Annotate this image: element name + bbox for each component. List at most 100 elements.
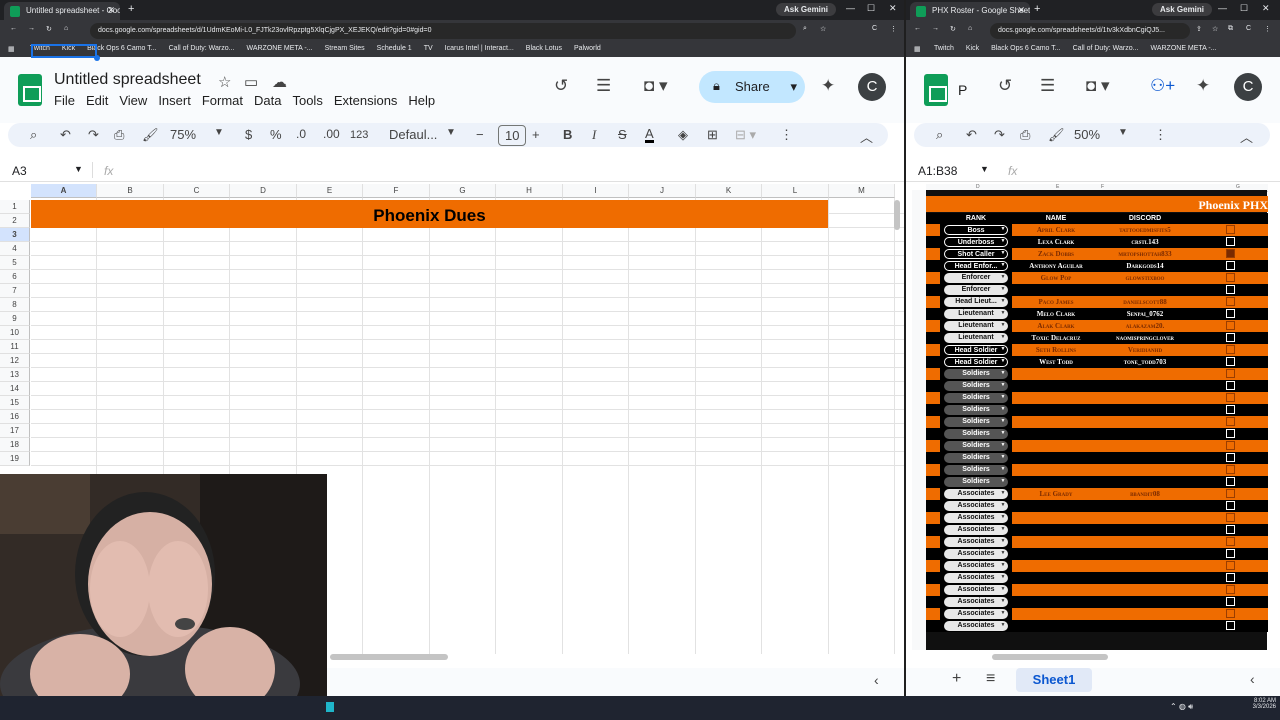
- home-icon[interactable]: ⌂: [64, 25, 68, 32]
- menu-file[interactable]: File: [54, 93, 75, 108]
- rank-dropdown-icon[interactable]: ▼: [1000, 370, 1006, 376]
- active-checkbox[interactable]: [1226, 417, 1235, 426]
- rank-dropdown[interactable]: Associates: [944, 561, 1008, 571]
- rank-dropdown[interactable]: Associates: [944, 621, 1008, 631]
- collapse-sidebar-icon[interactable]: ‹: [1250, 671, 1255, 687]
- zoom-page-icon[interactable]: ⌕: [803, 25, 807, 33]
- member-discord[interactable]: naomispringclover: [1102, 334, 1188, 342]
- bookmark-item[interactable]: Palworld: [574, 45, 601, 52]
- rank-dropdown[interactable]: Associates: [944, 549, 1008, 559]
- column-header-e[interactable]: E: [297, 184, 363, 198]
- member-discord[interactable]: tattooedmisfits5: [1102, 226, 1188, 234]
- rank-dropdown[interactable]: Soldiers: [944, 441, 1008, 451]
- browser-tab-right[interactable]: PHX Roster - Google Sheets ✕: [910, 2, 1030, 20]
- active-checkbox[interactable]: [1226, 237, 1235, 246]
- name-box[interactable]: A3: [12, 164, 27, 178]
- borders-icon[interactable]: ⊞: [707, 127, 718, 143]
- active-checkbox[interactable]: [1226, 465, 1235, 474]
- member-discord[interactable]: danielscott88: [1102, 298, 1188, 306]
- bookmark-star-icon[interactable]: ☆: [820, 25, 826, 33]
- column-header-d[interactable]: D: [230, 184, 297, 198]
- all-sheets-icon[interactable]: ≡: [986, 670, 995, 688]
- row-header-19[interactable]: 19: [0, 452, 30, 466]
- rank-dropdown-icon[interactable]: ▼: [1000, 346, 1006, 352]
- meet-icon[interactable]: ◘ ▾: [1086, 76, 1110, 96]
- currency-button[interactable]: $: [245, 127, 252, 142]
- member-discord[interactable]: alakazam20.: [1102, 322, 1188, 330]
- system-tray-icon[interactable]: ⌃ ◍ 🔊︎: [1170, 702, 1193, 712]
- collapse-toolbar-icon[interactable]: ︿: [1240, 127, 1253, 146]
- active-checkbox[interactable]: [1226, 561, 1235, 570]
- member-discord[interactable]: mrtopshottah833: [1102, 250, 1188, 258]
- rank-dropdown[interactable]: Lieutenant: [944, 321, 1008, 331]
- increase-decimal-button[interactable]: .00: [323, 127, 340, 141]
- strikethrough-button[interactable]: S: [618, 127, 627, 142]
- apps-icon[interactable]: ▦: [914, 45, 921, 53]
- active-checkbox[interactable]: [1226, 297, 1235, 306]
- merge-cells-icon[interactable]: ⊟ ▾: [735, 127, 756, 143]
- gemini-icon[interactable]: ✦: [1196, 76, 1210, 96]
- row-header-10[interactable]: 10: [0, 326, 30, 340]
- rank-dropdown-icon[interactable]: ▼: [1000, 586, 1006, 592]
- active-checkbox[interactable]: [1226, 501, 1235, 510]
- member-name[interactable]: Melo Clark: [1014, 310, 1098, 318]
- fill-color-icon[interactable]: ◈: [678, 127, 688, 143]
- row-header-1[interactable]: 1: [0, 200, 30, 214]
- rank-dropdown[interactable]: Associates: [944, 597, 1008, 607]
- new-tab-icon[interactable]: +: [1034, 3, 1040, 15]
- gemini-icon[interactable]: ✦: [821, 76, 835, 96]
- name-box-dropdown-icon[interactable]: ▼: [980, 164, 989, 174]
- increase-font-icon[interactable]: +: [532, 127, 540, 142]
- rank-dropdown-icon[interactable]: ▼: [1000, 442, 1006, 448]
- active-checkbox[interactable]: [1226, 345, 1235, 354]
- print-icon[interactable]: ⎙: [1020, 127, 1030, 143]
- rank-dropdown-icon[interactable]: ▼: [1000, 334, 1006, 340]
- member-name[interactable]: Alak Clark: [1014, 322, 1098, 330]
- member-discord[interactable]: Senpai_0762: [1102, 310, 1188, 318]
- row-header-12[interactable]: 12: [0, 354, 30, 368]
- browser-menu-icon[interactable]: ⋮: [1264, 25, 1271, 33]
- rank-dropdown-icon[interactable]: ▼: [1000, 226, 1006, 232]
- rank-dropdown[interactable]: Associates: [944, 525, 1008, 535]
- rank-dropdown-icon[interactable]: ▼: [1000, 406, 1006, 412]
- rank-dropdown-icon[interactable]: ▼: [1000, 514, 1006, 520]
- member-discord[interactable]: Veridianhd: [1102, 346, 1188, 354]
- menu-data[interactable]: Data: [254, 93, 281, 108]
- zoom-select[interactable]: 75%: [170, 127, 196, 142]
- rank-dropdown[interactable]: Soldiers: [944, 417, 1008, 427]
- rank-dropdown[interactable]: Associates: [944, 513, 1008, 523]
- row-header-14[interactable]: 14: [0, 382, 30, 396]
- rank-dropdown[interactable]: Lieutenant: [944, 309, 1008, 319]
- column-header-c[interactable]: C: [164, 184, 230, 198]
- maximize-icon[interactable]: ☐: [867, 3, 875, 14]
- row-header-9[interactable]: 9: [0, 312, 30, 326]
- font-size-field[interactable]: 10: [498, 125, 527, 146]
- taskbar-app-icon[interactable]: [326, 702, 334, 712]
- rank-dropdown-icon[interactable]: ▼: [1000, 466, 1006, 472]
- close-window-icon[interactable]: ✕: [889, 3, 897, 14]
- member-name[interactable]: Seth Rollins: [1014, 346, 1098, 354]
- rank-dropdown[interactable]: Head Lieut...: [944, 297, 1008, 307]
- rank-dropdown[interactable]: Enforcer: [944, 273, 1008, 283]
- redo-icon[interactable]: ↷: [994, 127, 1005, 143]
- rank-dropdown[interactable]: Soldiers: [944, 369, 1008, 379]
- rank-dropdown-icon[interactable]: ▼: [1000, 502, 1006, 508]
- column-header-g[interactable]: G: [430, 184, 496, 198]
- menu-view[interactable]: View: [119, 93, 147, 108]
- active-checkbox[interactable]: [1226, 393, 1235, 402]
- column-header-m[interactable]: M: [829, 184, 895, 198]
- rank-dropdown[interactable]: Head Soldier: [944, 357, 1008, 367]
- home-icon[interactable]: ⌂: [968, 25, 972, 32]
- row-header-3[interactable]: 3: [0, 228, 30, 242]
- sheets-logo-icon[interactable]: [924, 74, 948, 106]
- undo-icon[interactable]: ↶: [966, 127, 977, 143]
- rank-dropdown-icon[interactable]: ▼: [1000, 310, 1006, 316]
- rank-dropdown-icon[interactable]: ▼: [1000, 418, 1006, 424]
- active-checkbox[interactable]: [1226, 549, 1235, 558]
- url-field-right[interactable]: docs.google.com/spreadsheets/d/1tv3kXdbn…: [990, 23, 1190, 39]
- collapse-toolbar-icon[interactable]: ︿: [860, 127, 873, 146]
- rank-dropdown-icon[interactable]: ▼: [1000, 598, 1006, 604]
- active-checkbox[interactable]: [1226, 333, 1235, 342]
- close-tab-icon[interactable]: ✕: [107, 5, 115, 16]
- active-checkbox[interactable]: [1226, 381, 1235, 390]
